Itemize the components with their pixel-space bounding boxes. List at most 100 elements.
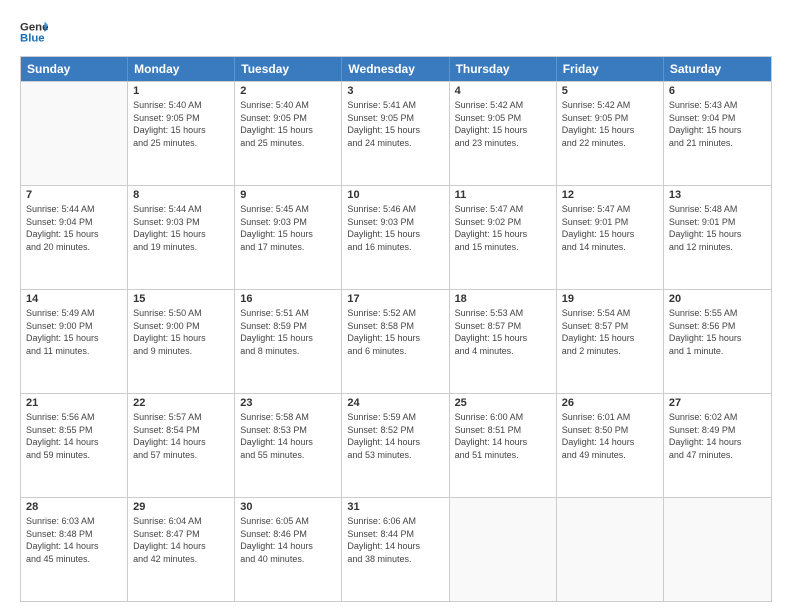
day-number: 20 bbox=[669, 293, 766, 305]
day-info: Sunrise: 6:03 AM Sunset: 8:48 PM Dayligh… bbox=[26, 515, 122, 565]
day-info: Sunrise: 5:58 AM Sunset: 8:53 PM Dayligh… bbox=[240, 411, 336, 461]
day-number: 27 bbox=[669, 397, 766, 409]
calendar-cell: 6Sunrise: 5:43 AM Sunset: 9:04 PM Daylig… bbox=[664, 82, 771, 185]
day-info: Sunrise: 5:55 AM Sunset: 8:56 PM Dayligh… bbox=[669, 307, 766, 357]
day-number: 19 bbox=[562, 293, 658, 305]
day-info: Sunrise: 5:40 AM Sunset: 9:05 PM Dayligh… bbox=[133, 99, 229, 149]
calendar-cell: 21 Sunrise: 5:56 AM Sunset: 8:55 PM Dayli… bbox=[21, 394, 128, 497]
calendar-cell: 29Sunrise: 6:04 AM Sunset: 8:47 PM Dayli… bbox=[128, 498, 235, 601]
day-info: Sunrise: 5:46 AM Sunset: 9:03 PM Dayligh… bbox=[347, 203, 443, 253]
day-info: Sunrise: 5:40 AM Sunset: 9:05 PM Dayligh… bbox=[240, 99, 336, 149]
day-info: Sunrise: 5:50 AM Sunset: 9:00 PM Dayligh… bbox=[133, 307, 229, 357]
header-cell-monday: Monday bbox=[128, 57, 235, 81]
header-cell-thursday: Thursday bbox=[450, 57, 557, 81]
svg-text:Blue: Blue bbox=[20, 33, 45, 45]
calendar-cell: 16Sunrise: 5:51 AM Sunset: 8:59 PM Dayli… bbox=[235, 290, 342, 393]
calendar-cell: 3 Sunrise: 5:41 AM Sunset: 9:05 PM Daylig… bbox=[342, 82, 449, 185]
day-info: Sunrise: 6:05 AM Sunset: 8:46 PM Dayligh… bbox=[240, 515, 336, 565]
day-number: 7 bbox=[26, 189, 122, 201]
day-info: Sunrise: 5:42 AM Sunset: 9:05 PM Dayligh… bbox=[455, 99, 551, 149]
header: General Blue bbox=[20, 18, 772, 46]
day-number: 3 bbox=[347, 85, 443, 97]
day-info: Sunrise: 5:52 AM Sunset: 8:58 PM Dayligh… bbox=[347, 307, 443, 357]
calendar-cell: 24 Sunrise: 5:59 AM Sunset: 8:52 PM Dayli… bbox=[342, 394, 449, 497]
day-info: Sunrise: 5:41 AM Sunset: 9:05 PM Dayligh… bbox=[347, 99, 443, 149]
calendar-cell: 8 Sunrise: 5:44 AM Sunset: 9:03 PM Daylig… bbox=[128, 186, 235, 289]
day-number: 5 bbox=[562, 85, 658, 97]
day-info: Sunrise: 5:47 AM Sunset: 9:01 PM Dayligh… bbox=[562, 203, 658, 253]
calendar-cell: 22 Sunrise: 5:57 AM Sunset: 8:54 PM Dayli… bbox=[128, 394, 235, 497]
day-number: 12 bbox=[562, 189, 658, 201]
day-number: 25 bbox=[455, 397, 551, 409]
page: General Blue SundayMondayTuesdayWednesda… bbox=[0, 0, 792, 612]
day-info: Sunrise: 5:45 AM Sunset: 9:03 PM Dayligh… bbox=[240, 203, 336, 253]
day-number: 16 bbox=[240, 293, 336, 305]
calendar-cell: 26Sunrise: 6:01 AM Sunset: 8:50 PM Dayli… bbox=[557, 394, 664, 497]
calendar-cell: 5 Sunrise: 5:42 AM Sunset: 9:05 PM Daylig… bbox=[557, 82, 664, 185]
header-cell-sunday: Sunday bbox=[21, 57, 128, 81]
day-number: 28 bbox=[26, 501, 122, 513]
day-info: Sunrise: 5:59 AM Sunset: 8:52 PM Dayligh… bbox=[347, 411, 443, 461]
day-number: 29 bbox=[133, 501, 229, 513]
calendar-cell: 12 Sunrise: 5:47 AM Sunset: 9:01 PM Dayli… bbox=[557, 186, 664, 289]
day-number: 15 bbox=[133, 293, 229, 305]
calendar-row-4: 28 Sunrise: 6:03 AM Sunset: 8:48 PM Dayli… bbox=[21, 497, 771, 601]
day-number: 10 bbox=[347, 189, 443, 201]
day-info: Sunrise: 5:57 AM Sunset: 8:54 PM Dayligh… bbox=[133, 411, 229, 461]
day-info: Sunrise: 5:54 AM Sunset: 8:57 PM Dayligh… bbox=[562, 307, 658, 357]
calendar-cell bbox=[450, 498, 557, 601]
day-number: 24 bbox=[347, 397, 443, 409]
day-info: Sunrise: 5:44 AM Sunset: 9:04 PM Dayligh… bbox=[26, 203, 122, 253]
calendar-cell: 2 Sunrise: 5:40 AM Sunset: 9:05 PM Daylig… bbox=[235, 82, 342, 185]
header-cell-tuesday: Tuesday bbox=[235, 57, 342, 81]
calendar-cell: 1Sunrise: 5:40 AM Sunset: 9:05 PM Daylig… bbox=[128, 82, 235, 185]
calendar-row-0: 1Sunrise: 5:40 AM Sunset: 9:05 PM Daylig… bbox=[21, 81, 771, 185]
day-info: Sunrise: 6:00 AM Sunset: 8:51 PM Dayligh… bbox=[455, 411, 551, 461]
day-info: Sunrise: 5:48 AM Sunset: 9:01 PM Dayligh… bbox=[669, 203, 766, 253]
calendar: SundayMondayTuesdayWednesdayThursdayFrid… bbox=[20, 56, 772, 602]
day-number: 6 bbox=[669, 85, 766, 97]
calendar-row-2: 14 Sunrise: 5:49 AM Sunset: 9:00 PM Dayli… bbox=[21, 289, 771, 393]
day-number: 26 bbox=[562, 397, 658, 409]
calendar-row-1: 7 Sunrise: 5:44 AM Sunset: 9:04 PM Daylig… bbox=[21, 185, 771, 289]
day-number: 13 bbox=[669, 189, 766, 201]
day-number: 30 bbox=[240, 501, 336, 513]
day-info: Sunrise: 6:02 AM Sunset: 8:49 PM Dayligh… bbox=[669, 411, 766, 461]
calendar-cell: 4 Sunrise: 5:42 AM Sunset: 9:05 PM Daylig… bbox=[450, 82, 557, 185]
header-cell-saturday: Saturday bbox=[664, 57, 771, 81]
calendar-cell: 20 Sunrise: 5:55 AM Sunset: 8:56 PM Dayli… bbox=[664, 290, 771, 393]
calendar-cell: 14 Sunrise: 5:49 AM Sunset: 9:00 PM Dayli… bbox=[21, 290, 128, 393]
day-number: 11 bbox=[455, 189, 551, 201]
calendar-cell: 11Sunrise: 5:47 AM Sunset: 9:02 PM Dayli… bbox=[450, 186, 557, 289]
calendar-cell: 9 Sunrise: 5:45 AM Sunset: 9:03 PM Daylig… bbox=[235, 186, 342, 289]
day-number: 17 bbox=[347, 293, 443, 305]
day-number: 4 bbox=[455, 85, 551, 97]
day-number: 18 bbox=[455, 293, 551, 305]
calendar-cell: 28 Sunrise: 6:03 AM Sunset: 8:48 PM Dayli… bbox=[21, 498, 128, 601]
logo: General Blue bbox=[20, 18, 52, 46]
svg-text:General: General bbox=[20, 21, 48, 33]
day-info: Sunrise: 6:06 AM Sunset: 8:44 PM Dayligh… bbox=[347, 515, 443, 565]
calendar-row-3: 21 Sunrise: 5:56 AM Sunset: 8:55 PM Dayli… bbox=[21, 393, 771, 497]
day-info: Sunrise: 5:44 AM Sunset: 9:03 PM Dayligh… bbox=[133, 203, 229, 253]
day-number: 14 bbox=[26, 293, 122, 305]
calendar-cell: 18 Sunrise: 5:53 AM Sunset: 8:57 PM Dayli… bbox=[450, 290, 557, 393]
logo-icon: General Blue bbox=[20, 18, 48, 46]
day-number: 9 bbox=[240, 189, 336, 201]
day-info: Sunrise: 5:56 AM Sunset: 8:55 PM Dayligh… bbox=[26, 411, 122, 461]
day-number: 8 bbox=[133, 189, 229, 201]
calendar-cell: 27 Sunrise: 6:02 AM Sunset: 8:49 PM Dayli… bbox=[664, 394, 771, 497]
day-info: Sunrise: 5:53 AM Sunset: 8:57 PM Dayligh… bbox=[455, 307, 551, 357]
calendar-cell: 23Sunrise: 5:58 AM Sunset: 8:53 PM Dayli… bbox=[235, 394, 342, 497]
day-info: Sunrise: 5:42 AM Sunset: 9:05 PM Dayligh… bbox=[562, 99, 658, 149]
day-number: 21 bbox=[26, 397, 122, 409]
day-number: 2 bbox=[240, 85, 336, 97]
calendar-cell: 7 Sunrise: 5:44 AM Sunset: 9:04 PM Daylig… bbox=[21, 186, 128, 289]
calendar-cell: 13 Sunrise: 5:48 AM Sunset: 9:01 PM Dayli… bbox=[664, 186, 771, 289]
calendar-cell: 30 Sunrise: 6:05 AM Sunset: 8:46 PM Dayli… bbox=[235, 498, 342, 601]
calendar-cell: 25 Sunrise: 6:00 AM Sunset: 8:51 PM Dayli… bbox=[450, 394, 557, 497]
day-number: 31 bbox=[347, 501, 443, 513]
header-cell-wednesday: Wednesday bbox=[342, 57, 449, 81]
day-info: Sunrise: 5:49 AM Sunset: 9:00 PM Dayligh… bbox=[26, 307, 122, 357]
day-number: 22 bbox=[133, 397, 229, 409]
